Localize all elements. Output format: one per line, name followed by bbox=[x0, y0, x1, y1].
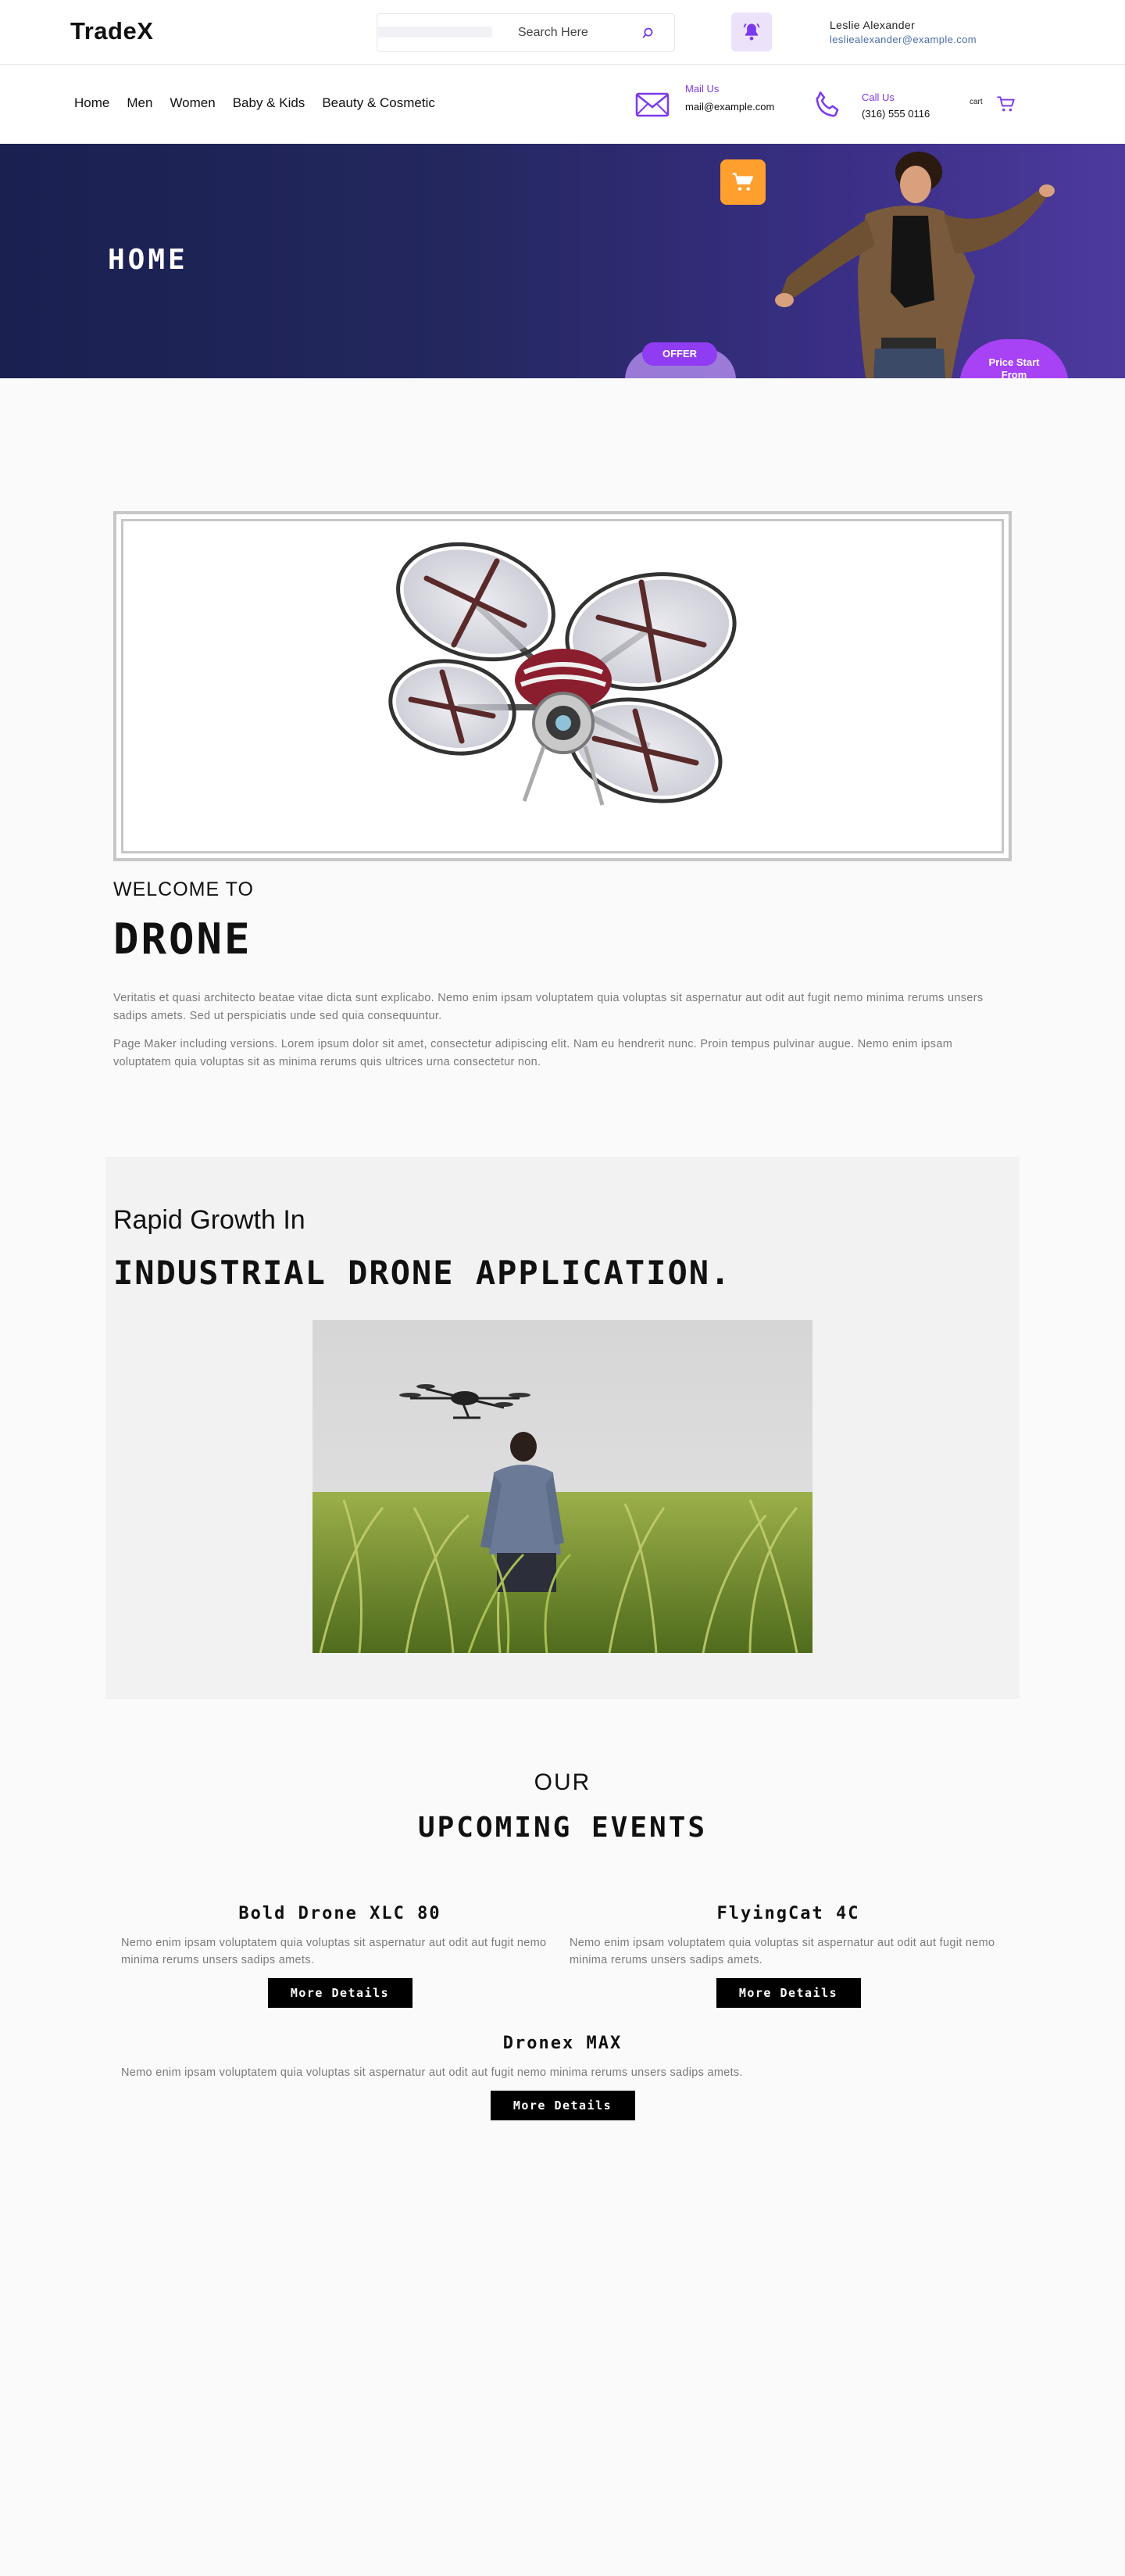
offer-badge[interactable]: OFFER bbox=[642, 342, 717, 366]
shopping-cart-icon bbox=[732, 173, 753, 191]
notification-button[interactable] bbox=[731, 13, 772, 52]
events-title: UPCOMING EVENTS bbox=[417, 1812, 708, 1844]
nav-link-women[interactable]: Women bbox=[170, 95, 215, 111]
events-eyebrow: OUR bbox=[534, 1769, 591, 1795]
event-card: FlyingCat 4C Nemo enim ipsam voluptatem … bbox=[570, 1904, 1007, 2008]
cart-count: cart bbox=[970, 98, 983, 106]
mail-value[interactable]: mail@example.com bbox=[685, 98, 783, 115]
search-box bbox=[377, 13, 675, 52]
search-decoration bbox=[378, 27, 492, 38]
mail-icon bbox=[635, 92, 670, 117]
top-header: TradeX Leslie Alexander lesliealexander@… bbox=[0, 0, 1125, 65]
search-icon[interactable] bbox=[639, 25, 656, 42]
phone-icon bbox=[816, 91, 839, 117]
site-logo[interactable]: TradeX bbox=[70, 17, 153, 45]
more-details-button[interactable]: More Details bbox=[267, 1978, 412, 2008]
more-details-button[interactable]: More Details bbox=[716, 1978, 861, 2008]
hero-title: HOME bbox=[108, 244, 188, 276]
event-description: Nemo enim ipsam voluptatem quia voluptas… bbox=[570, 1937, 995, 1966]
main-nav: Home Men Women Baby & Kids Beauty & Cosm… bbox=[0, 66, 1125, 144]
nav-link-men[interactable]: Men bbox=[127, 95, 152, 111]
nav-links: Home Men Women Baby & Kids Beauty & Cosm… bbox=[74, 95, 435, 111]
cart-icon[interactable] bbox=[996, 94, 1016, 114]
search-input[interactable] bbox=[518, 23, 643, 42]
nav-link-beauty-cosmetic[interactable]: Beauty & Cosmetic bbox=[322, 95, 435, 111]
event-card: Bold Drone XLC 80 Nemo enim ipsam volupt… bbox=[121, 1904, 559, 2008]
event-card: Dronex MAX Nemo enim ipsam voluptatem qu… bbox=[121, 2034, 1004, 2120]
event-name: FlyingCat 4C bbox=[716, 1904, 860, 1923]
drone-image-frame bbox=[113, 511, 1012, 861]
growth-section: Rapid Growth In INDUSTRIAL DRONE APPLICA… bbox=[105, 1157, 1020, 1699]
nav-link-baby-kids[interactable]: Baby & Kids bbox=[233, 95, 305, 111]
drone-paragraph: Veritatis et quasi architecto beatae vit… bbox=[113, 992, 984, 1022]
user-name[interactable]: Leslie Alexander bbox=[830, 19, 915, 31]
drone-image bbox=[388, 542, 737, 806]
welcome-label: WELCOME TO bbox=[113, 878, 254, 900]
more-details-button[interactable]: More Details bbox=[490, 2091, 635, 2120]
hero-cart-button[interactable] bbox=[720, 159, 766, 205]
drone-title: DRONE bbox=[113, 914, 252, 964]
mail-label: Mail Us bbox=[685, 83, 720, 95]
field-drone-photo bbox=[312, 1320, 812, 1653]
bell-icon bbox=[743, 23, 760, 41]
call-value[interactable]: (316) 555 0116 bbox=[862, 108, 930, 120]
user-email[interactable]: lesliealexander@example.com bbox=[830, 34, 977, 45]
drone-paragraph: Page Maker including versions. Lorem ips… bbox=[113, 1038, 953, 1068]
event-description: Nemo enim ipsam voluptatem quia voluptas… bbox=[121, 1937, 547, 1966]
growth-subtitle: Rapid Growth In bbox=[113, 1205, 305, 1235]
growth-title: INDUSTRIAL DRONE APPLICATION. bbox=[113, 1254, 732, 1292]
nav-link-home[interactable]: Home bbox=[74, 95, 109, 111]
event-name: Bold Drone XLC 80 bbox=[238, 1904, 441, 1923]
event-name: Dronex MAX bbox=[502, 2034, 623, 2053]
hero-banner: HOME OFFER Price Start From bbox=[0, 144, 1125, 378]
call-label: Call Us bbox=[862, 91, 895, 103]
event-description: Nemo enim ipsam voluptatem quia voluptas… bbox=[121, 2066, 743, 2079]
